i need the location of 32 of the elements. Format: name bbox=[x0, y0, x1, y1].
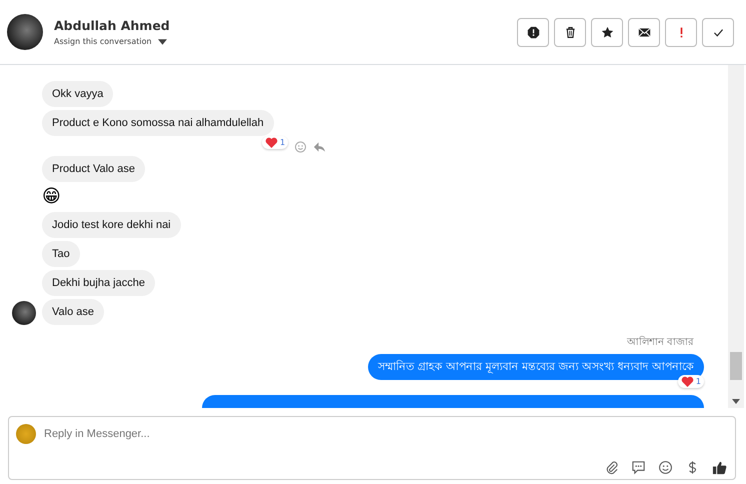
scrollbar[interactable] bbox=[728, 65, 744, 408]
trash-icon bbox=[564, 26, 576, 38]
spam-button[interactable] bbox=[517, 18, 549, 46]
unread-button[interactable] bbox=[628, 18, 660, 46]
paperclip-icon[interactable] bbox=[604, 460, 619, 475]
message-bubble: Valo ase bbox=[42, 299, 104, 325]
contact-name: Abdullah Ahmed bbox=[54, 18, 170, 33]
scrollbar-thumb[interactable] bbox=[730, 352, 742, 380]
message-bubble: Product Valo ase bbox=[42, 156, 145, 182]
emoji: 😁 bbox=[42, 185, 61, 209]
caret-icon[interactable] bbox=[158, 38, 167, 44]
message-bubble: Dekhi bujha jacche bbox=[42, 270, 155, 296]
sender-name: আলিশান বাজার bbox=[626, 335, 694, 350]
reaction-badge[interactable]: 1 bbox=[262, 136, 288, 148]
thumbs-up-icon[interactable] bbox=[712, 460, 727, 475]
profile-avatar bbox=[7, 14, 43, 50]
scroll-down-icon[interactable] bbox=[732, 399, 740, 404]
assign-dropdown[interactable]: Assign this conversation bbox=[54, 37, 170, 46]
star-icon bbox=[600, 26, 614, 38]
reaction-badge[interactable]: 1 bbox=[678, 375, 704, 388]
message-bubble: Product e Kono somossa nai alhamdulellah bbox=[42, 110, 274, 136]
page-avatar bbox=[16, 424, 36, 444]
smiley-icon[interactable] bbox=[658, 460, 673, 475]
message-bubble: Tao bbox=[42, 241, 80, 267]
speech-bubble-icon[interactable] bbox=[631, 460, 646, 475]
delete-button[interactable] bbox=[554, 18, 586, 46]
envelope-icon bbox=[638, 26, 650, 38]
reply-icon[interactable] bbox=[313, 141, 326, 153]
star-button[interactable] bbox=[591, 18, 623, 46]
message-bubble: Okk vayya bbox=[42, 81, 114, 107]
message-bubble: Jodio test kore dekhi nai bbox=[42, 212, 181, 238]
exclamation-octagon-icon bbox=[526, 26, 540, 38]
